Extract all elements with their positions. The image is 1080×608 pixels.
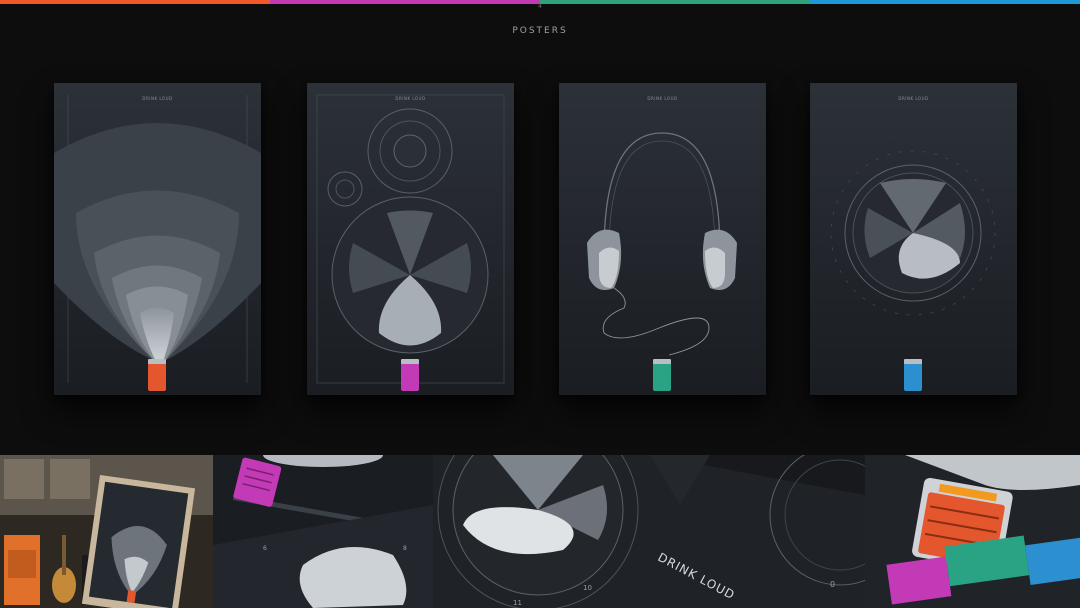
dial-mark: 11 bbox=[513, 599, 522, 607]
can-detail-scene: 6 8 bbox=[213, 455, 433, 608]
photo-can-closeup[interactable] bbox=[865, 455, 1080, 608]
can-closeup-scene bbox=[865, 455, 1080, 608]
poster-headphones[interactable]: DRINK LOUD bbox=[559, 83, 766, 395]
photo-studio[interactable] bbox=[0, 455, 213, 608]
knob-illustration bbox=[830, 150, 996, 391]
page-number: 4 bbox=[538, 3, 542, 10]
poster-soundwave[interactable]: DRINK LOUD bbox=[54, 83, 261, 395]
dial-mark: 8 bbox=[403, 545, 407, 552]
dial-mark: 10 bbox=[583, 584, 592, 592]
headphones-illustration bbox=[587, 132, 737, 391]
dial-mark: 0 bbox=[830, 580, 836, 589]
poster-gallery: DRINK LOUD DRINK LOUD DRINK LOUD DRINK L… bbox=[0, 83, 1080, 395]
poster-knob[interactable]: DRINK LOUD bbox=[810, 83, 1017, 395]
poster-label: DRINK LOUD bbox=[898, 96, 929, 101]
photo-text-detail[interactable]: DRINK LOUD 0 bbox=[650, 455, 865, 608]
speaker-illustration bbox=[316, 94, 505, 391]
knob-detail-scene: 10 11 bbox=[433, 455, 650, 608]
photo-strip: 6 8 10 11 DRINK LOUD 0 bbox=[0, 455, 1080, 608]
section-title: POSTERS bbox=[512, 26, 568, 36]
soundwave-illustration bbox=[54, 95, 261, 391]
poster-label: DRINK LOUD bbox=[647, 96, 678, 101]
photo-knob-detail[interactable]: 10 11 bbox=[433, 455, 650, 608]
dial-mark: 6 bbox=[263, 545, 267, 552]
photo-can-detail[interactable]: 6 8 bbox=[213, 455, 433, 608]
poster-label: DRINK LOUD bbox=[395, 96, 426, 101]
poster-speaker[interactable]: DRINK LOUD bbox=[307, 83, 514, 395]
studio-scene bbox=[0, 455, 213, 608]
poster-label: DRINK LOUD bbox=[142, 96, 173, 101]
